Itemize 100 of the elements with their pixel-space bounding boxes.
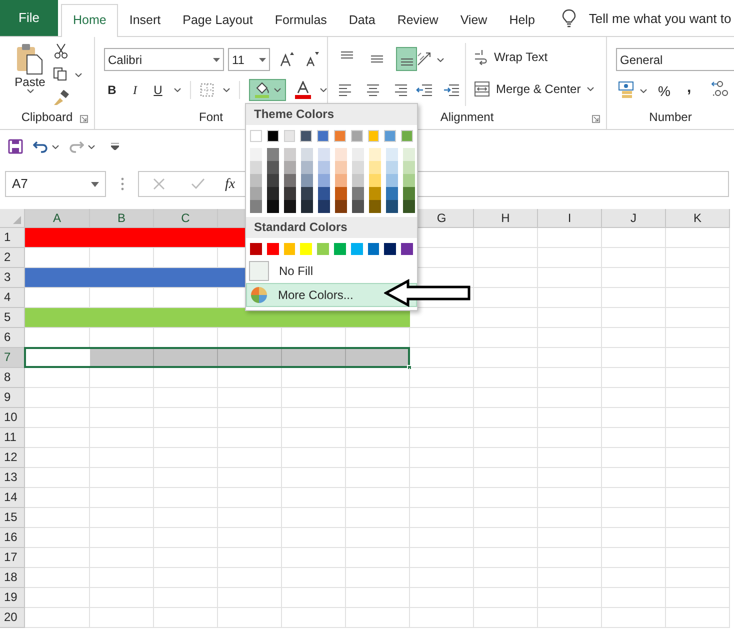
- grid-cell[interactable]: [154, 588, 218, 608]
- grid-cell[interactable]: [666, 588, 730, 608]
- grid-cell[interactable]: [218, 588, 282, 608]
- grid-cell[interactable]: [346, 588, 410, 608]
- caret-icon[interactable]: [88, 144, 95, 148]
- color-swatch[interactable]: [386, 200, 398, 213]
- comma-button[interactable]: ,: [687, 77, 692, 100]
- row-header[interactable]: 7: [0, 348, 25, 368]
- grid-cell[interactable]: [90, 468, 154, 488]
- grid-cell[interactable]: [538, 388, 602, 408]
- color-swatch[interactable]: [334, 130, 346, 142]
- column-header[interactable]: B: [90, 209, 154, 228]
- grid-cell[interactable]: [218, 368, 282, 388]
- grid-cell[interactable]: [25, 588, 90, 608]
- color-swatch[interactable]: [301, 187, 313, 200]
- color-swatch[interactable]: [352, 174, 364, 187]
- grid-cell[interactable]: [666, 388, 730, 408]
- column-header[interactable]: J: [602, 209, 666, 228]
- grid-cell[interactable]: [538, 348, 602, 368]
- color-swatch[interactable]: [250, 148, 262, 161]
- color-swatch[interactable]: [300, 130, 312, 142]
- color-swatch[interactable]: [368, 130, 380, 142]
- launcher-icon[interactable]: [592, 115, 600, 123]
- grid-cell[interactable]: [154, 388, 218, 408]
- ribbon-tab[interactable]: Review: [386, 4, 450, 36]
- color-swatch[interactable]: [318, 187, 330, 200]
- grid-cell[interactable]: [25, 428, 90, 448]
- grid-cell[interactable]: [666, 308, 730, 328]
- color-swatch[interactable]: [401, 130, 413, 142]
- caret-icon[interactable]: [223, 88, 230, 92]
- bold-button[interactable]: B: [105, 81, 119, 99]
- percent-button[interactable]: %: [658, 81, 670, 102]
- grid-cell[interactable]: [282, 488, 346, 508]
- color-swatch[interactable]: [317, 130, 329, 142]
- grid-cell[interactable]: [602, 608, 666, 628]
- grid-cell[interactable]: [154, 448, 218, 468]
- color-swatch[interactable]: [350, 130, 363, 142]
- grid-cell[interactable]: [282, 468, 346, 488]
- grid-cell[interactable]: [154, 468, 218, 488]
- grid-cell[interactable]: [538, 248, 602, 268]
- grid-cell[interactable]: [218, 428, 282, 448]
- row-header[interactable]: 4: [0, 288, 25, 308]
- grid-cell[interactable]: [90, 368, 154, 388]
- color-swatch[interactable]: [335, 200, 347, 213]
- ribbon-tab[interactable]: View: [449, 4, 498, 36]
- grid-cell[interactable]: [25, 388, 90, 408]
- grid-cell[interactable]: [474, 248, 538, 268]
- grid-cell[interactable]: [410, 488, 474, 508]
- grid-cell[interactable]: [282, 548, 346, 568]
- decrease-indent-icon[interactable]: [416, 83, 433, 97]
- grid-cell[interactable]: [218, 508, 282, 528]
- currency-icon[interactable]: [618, 80, 636, 98]
- grid-cell[interactable]: [282, 368, 346, 388]
- grid-cell[interactable]: [474, 528, 538, 548]
- row-header[interactable]: 2: [0, 248, 25, 268]
- grid-cell[interactable]: [154, 428, 218, 448]
- grid-cell[interactable]: [25, 448, 90, 468]
- grid-cell[interactable]: [474, 548, 538, 568]
- grid-cell[interactable]: [602, 528, 666, 548]
- color-swatch[interactable]: [284, 187, 296, 200]
- grid-cell[interactable]: [538, 468, 602, 488]
- grid-cell[interactable]: [346, 448, 410, 468]
- column-header[interactable]: C: [154, 209, 218, 228]
- grid-cell[interactable]: [474, 448, 538, 468]
- grid-cell[interactable]: [282, 508, 346, 528]
- color-swatch[interactable]: [368, 243, 380, 255]
- grid-cell[interactable]: [602, 568, 666, 588]
- grid-cell[interactable]: [346, 388, 410, 408]
- color-swatch[interactable]: [384, 130, 396, 142]
- grid-cell[interactable]: [474, 588, 538, 608]
- color-swatch[interactable]: [301, 174, 313, 187]
- format-painter-icon[interactable]: [53, 90, 69, 106]
- grid-cell[interactable]: [602, 408, 666, 428]
- text-align-icon[interactable]: [366, 83, 380, 97]
- grid-cell[interactable]: [25, 468, 90, 488]
- grid-cell[interactable]: [474, 508, 538, 528]
- column-header[interactable]: A: [25, 209, 90, 228]
- column-header[interactable]: H: [474, 209, 538, 228]
- grid-cell[interactable]: [602, 488, 666, 508]
- color-swatch[interactable]: [401, 243, 413, 255]
- wrap-text-button[interactable]: Wrap Text: [474, 48, 548, 66]
- color-swatch[interactable]: [335, 187, 347, 200]
- column-header[interactable]: I: [538, 209, 602, 228]
- grid-cell[interactable]: [602, 368, 666, 388]
- color-swatch[interactable]: [250, 187, 262, 200]
- row-header[interactable]: 6: [0, 328, 25, 348]
- caret-icon[interactable]: [437, 58, 444, 62]
- grid-cell[interactable]: [346, 468, 410, 488]
- row-header[interactable]: 1: [0, 228, 25, 248]
- color-swatch[interactable]: [384, 243, 396, 255]
- grid-cell[interactable]: [474, 228, 538, 248]
- grid-cell[interactable]: [410, 428, 474, 448]
- grid-cell[interactable]: [666, 368, 730, 388]
- customize-icon[interactable]: [111, 143, 119, 150]
- grid-cell[interactable]: [538, 408, 602, 428]
- ribbon-tab[interactable]: Insert: [118, 4, 172, 36]
- grid-cell[interactable]: [346, 568, 410, 588]
- undo-icon[interactable]: [33, 140, 48, 153]
- grid-cell[interactable]: [666, 468, 730, 488]
- color-swatch[interactable]: [284, 130, 296, 142]
